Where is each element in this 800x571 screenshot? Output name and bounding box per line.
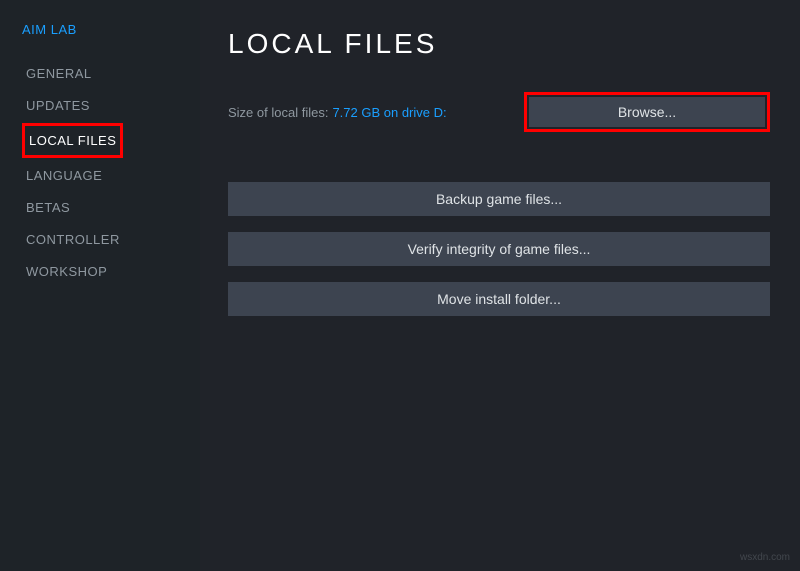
page-title: LOCAL FILES	[228, 28, 770, 60]
sidebar-item-updates[interactable]: UPDATES	[22, 91, 94, 120]
sidebar-item-language[interactable]: LANGUAGE	[22, 161, 106, 190]
sidebar-item-workshop[interactable]: WORKSHOP	[22, 257, 111, 286]
sidebar-item-betas[interactable]: BETAS	[22, 193, 74, 222]
size-row: Size of local files: 7.72 GB on drive D:…	[228, 92, 770, 132]
size-label: Size of local files:	[228, 105, 328, 120]
properties-window: AIM LAB GENERAL UPDATES LOCAL FILES LANG…	[0, 0, 800, 571]
sidebar-item-local-files[interactable]: LOCAL FILES	[25, 126, 120, 155]
browse-button[interactable]: Browse...	[529, 97, 765, 127]
app-title: AIM LAB	[22, 22, 200, 37]
watermark: wsxdn.com	[740, 552, 790, 563]
backup-game-files-button[interactable]: Backup game files...	[228, 182, 770, 216]
sidebar-item-controller[interactable]: CONTROLLER	[22, 225, 124, 254]
highlight-local-files: LOCAL FILES	[22, 123, 123, 158]
sidebar-item-general[interactable]: GENERAL	[22, 59, 96, 88]
main-panel: LOCAL FILES Size of local files: 7.72 GB…	[200, 0, 800, 571]
sidebar: AIM LAB GENERAL UPDATES LOCAL FILES LANG…	[0, 0, 200, 571]
move-install-folder-button[interactable]: Move install folder...	[228, 282, 770, 316]
highlight-browse: Browse...	[524, 92, 770, 132]
verify-integrity-button[interactable]: Verify integrity of game files...	[228, 232, 770, 266]
action-group: Backup game files... Verify integrity of…	[228, 182, 770, 316]
size-value: 7.72 GB on drive D:	[332, 105, 446, 120]
